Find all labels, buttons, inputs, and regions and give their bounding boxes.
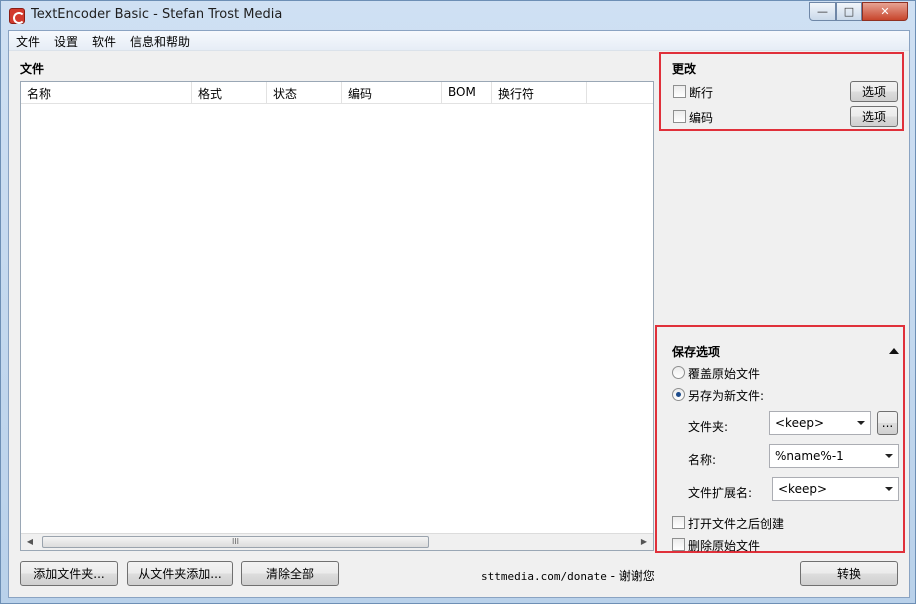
close-button[interactable]: ✕ <box>862 2 908 21</box>
save-options-panel: 保存选项 覆盖原始文件 另存为新文件: 文件夹: <keep> ... 名称: … <box>655 325 905 553</box>
add-folder-button[interactable]: 添加文件夹... <box>20 561 118 586</box>
folder-dropdown[interactable]: <keep> <box>769 411 871 435</box>
chevron-down-icon <box>885 487 893 491</box>
encoding-label: 编码 <box>689 111 714 125</box>
files-section-title: 文件 <box>20 62 45 76</box>
minimize-button[interactable]: — <box>809 2 836 21</box>
save-as-new-label: 另存为新文件: <box>688 389 765 403</box>
client-area: 文件 设置 软件 信息和帮助 文件 名称 格式 状态 编码 BOM 换行符 ◀ … <box>8 30 910 598</box>
column-header-format[interactable]: 格式 <box>192 82 267 104</box>
linebreak-label: 断行 <box>689 86 714 100</box>
menu-info-help[interactable]: 信息和帮助 <box>130 33 190 50</box>
browse-folder-button[interactable]: ... <box>877 411 898 435</box>
menu-file[interactable]: 文件 <box>16 33 40 50</box>
menu-bar: 文件 设置 软件 信息和帮助 <box>9 31 909 51</box>
open-after-create-checkbox[interactable] <box>672 516 685 529</box>
change-section-title: 更改 <box>672 62 697 76</box>
extension-label: 文件扩展名: <box>688 486 753 500</box>
app-window: TextEncoder Basic - Stefan Trost Media —… <box>0 0 916 604</box>
donate-url[interactable]: sttmedia.com/donate <box>481 570 607 583</box>
extension-dropdown-value: <keep> <box>778 482 828 496</box>
delete-original-label: 删除原始文件 <box>688 539 761 553</box>
folder-label: 文件夹: <box>688 420 729 434</box>
scroll-right-arrow-icon[interactable]: ▶ <box>637 536 651 548</box>
open-after-create-label: 打开文件之后创建 <box>688 517 785 531</box>
linebreak-options-button[interactable]: 选项 <box>850 81 898 102</box>
maximize-button[interactable]: □ <box>836 2 862 21</box>
column-header-status[interactable]: 状态 <box>267 82 342 104</box>
chevron-down-icon <box>857 421 865 425</box>
column-header-name[interactable]: 名称 <box>21 82 192 104</box>
linebreak-checkbox[interactable] <box>673 85 686 98</box>
clear-all-button[interactable]: 清除全部 <box>241 561 339 586</box>
column-header-filler <box>587 82 653 104</box>
file-list[interactable]: 名称 格式 状态 编码 BOM 换行符 ◀ III ▶ <box>20 81 654 551</box>
name-combobox-value: %name%-1 <box>775 449 844 463</box>
menu-settings[interactable]: 设置 <box>54 33 78 50</box>
scroll-left-arrow-icon[interactable]: ◀ <box>23 536 37 548</box>
overwrite-original-radio[interactable] <box>672 366 685 379</box>
menu-software[interactable]: 软件 <box>92 33 116 50</box>
extension-dropdown[interactable]: <keep> <box>772 477 899 501</box>
save-as-new-radio[interactable] <box>672 388 685 401</box>
donate-link[interactable]: sttmedia.com/donate - 谢谢您 <box>481 567 655 584</box>
window-title: TextEncoder Basic - Stefan Trost Media <box>31 7 283 22</box>
column-header-encoding[interactable]: 编码 <box>342 82 442 104</box>
overwrite-original-label: 覆盖原始文件 <box>688 367 761 381</box>
app-logo-icon <box>9 8 25 24</box>
name-combobox[interactable]: %name%-1 <box>769 444 899 468</box>
name-label: 名称: <box>688 453 717 467</box>
column-header-bom[interactable]: BOM <box>442 82 492 104</box>
encoding-options-button[interactable]: 选项 <box>850 106 898 127</box>
save-options-title: 保存选项 <box>672 345 721 359</box>
scroll-thumb[interactable]: III <box>42 536 429 548</box>
donate-thanks: - 谢谢您 <box>606 569 655 583</box>
column-header-line-break[interactable]: 换行符 <box>492 82 587 104</box>
add-from-folder-button[interactable]: 从文件夹添加... <box>127 561 233 586</box>
convert-button[interactable]: 转换 <box>800 561 898 586</box>
encoding-checkbox[interactable] <box>673 110 686 123</box>
collapse-up-icon[interactable] <box>889 348 899 354</box>
horizontal-scrollbar[interactable]: ◀ III ▶ <box>21 533 653 550</box>
delete-original-checkbox[interactable] <box>672 538 685 551</box>
folder-dropdown-value: <keep> <box>775 416 825 430</box>
chevron-down-icon <box>885 454 893 458</box>
change-panel: 更改 断行 选项 编码 选项 <box>659 52 904 131</box>
title-bar[interactable]: TextEncoder Basic - Stefan Trost Media —… <box>1 1 915 30</box>
